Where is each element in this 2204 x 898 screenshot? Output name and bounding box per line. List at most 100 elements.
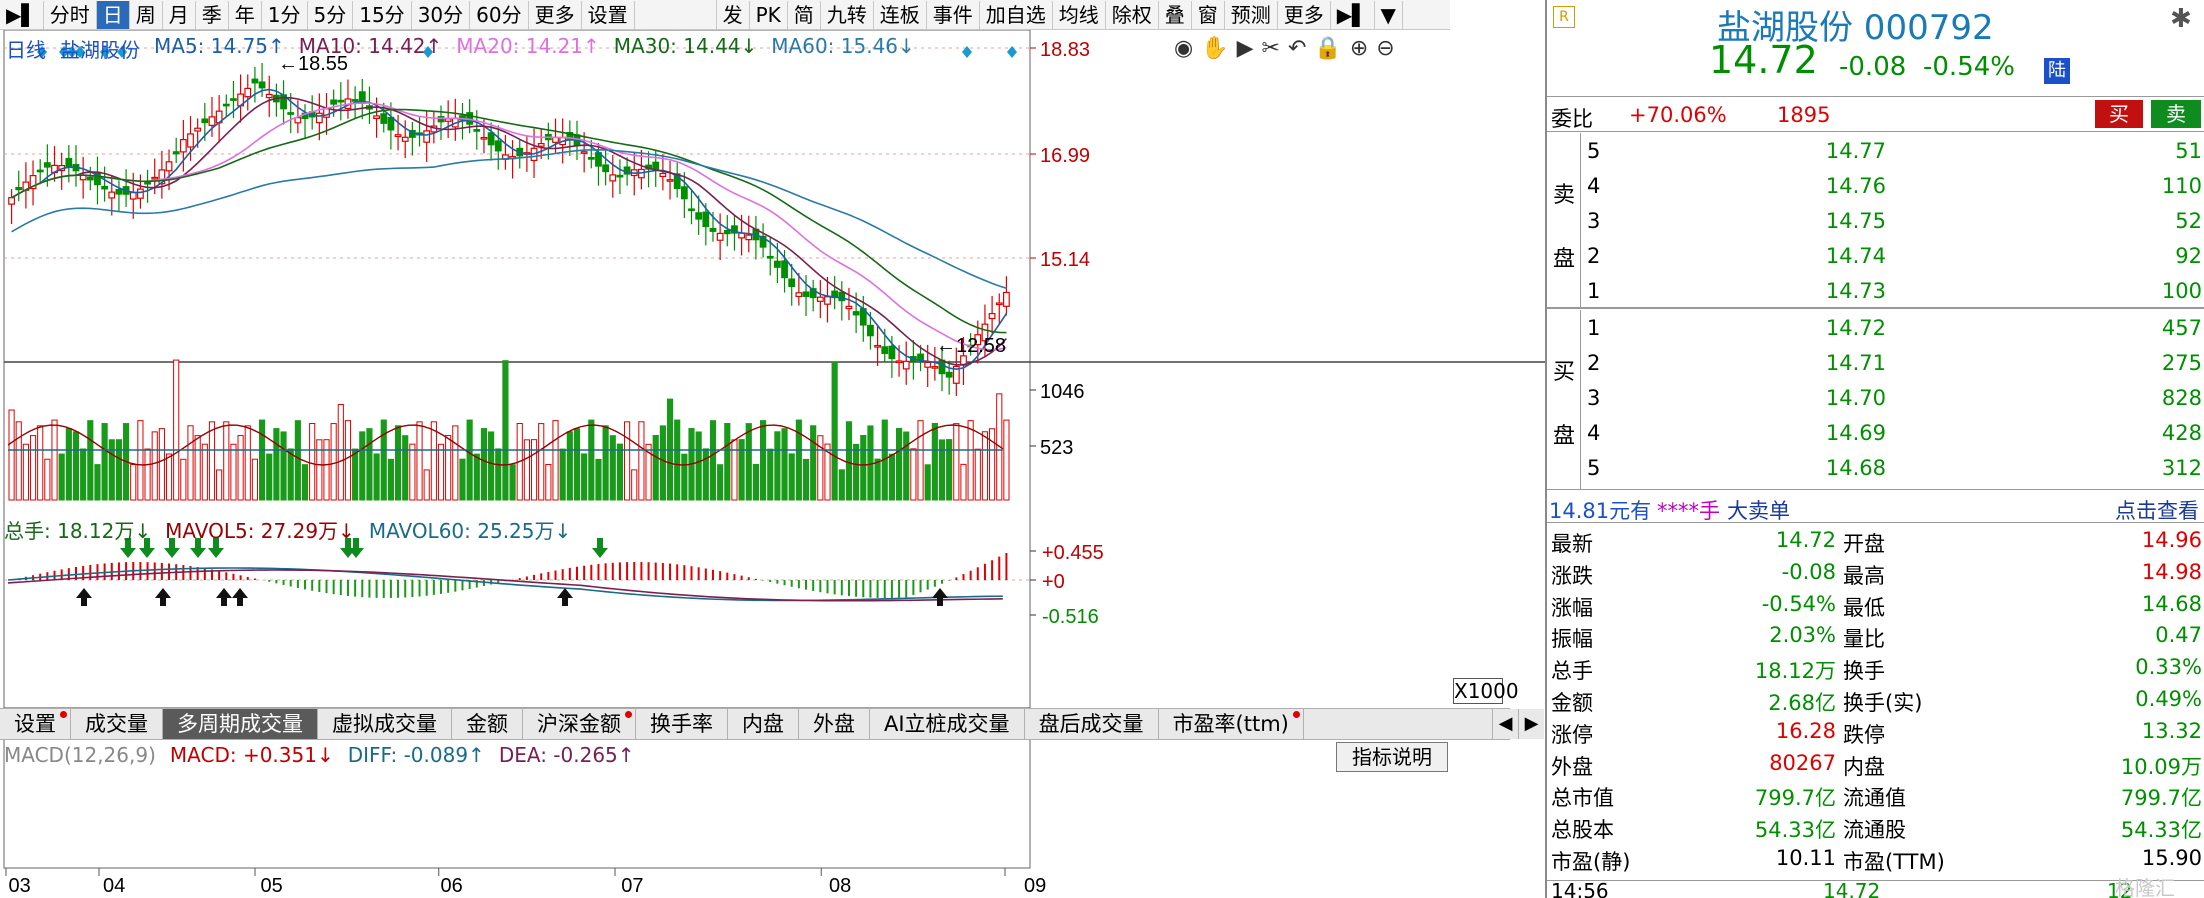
volume-bar bbox=[323, 439, 330, 501]
indicator-tab-10[interactable]: 盘后成交量 bbox=[1025, 709, 1159, 739]
function-button-8[interactable]: 除权 bbox=[1106, 0, 1159, 29]
volume-bar bbox=[860, 434, 867, 501]
macd-tick-label: +0.455 bbox=[1042, 542, 1104, 564]
period-button-0[interactable]: 分时 bbox=[44, 0, 97, 29]
asks-row[interactable]: 1 14.73 100 bbox=[1581, 277, 2204, 309]
period-button-5[interactable]: 年 bbox=[229, 0, 262, 29]
indicator-tab-8[interactable]: 外盘 bbox=[799, 709, 870, 739]
tabs-scroll-left-icon[interactable]: ◀ bbox=[1492, 709, 1518, 739]
period-button-8[interactable]: 15分 bbox=[353, 0, 412, 29]
period-button-12[interactable]: 设置 bbox=[582, 0, 635, 29]
asks-row[interactable]: 2 14.74 92 bbox=[1581, 242, 2204, 274]
stat-label: 涨幅 bbox=[1551, 595, 1593, 620]
bids-row[interactable]: 2 14.71 275 bbox=[1581, 349, 2204, 381]
candle-body bbox=[845, 305, 853, 310]
hand-icon[interactable]: ✋ bbox=[1201, 36, 1228, 61]
function-button-3[interactable]: 九转 bbox=[821, 0, 874, 29]
zoom-out-icon[interactable]: ⊖ bbox=[1376, 36, 1394, 61]
period-button-7[interactable]: 5分 bbox=[308, 0, 354, 29]
toolbar-next-icon[interactable]: ▶▌ bbox=[1331, 0, 1375, 29]
function-button-7[interactable]: 均线 bbox=[1053, 0, 1106, 29]
function-button-11[interactable]: 预测 bbox=[1225, 0, 1278, 29]
indicator-tab-4[interactable]: 金额 bbox=[452, 709, 523, 739]
kline-chart-area[interactable]: 18.83 16.99 15.14 1046 523 +0.455 +0 -0.516 03 04… bbox=[0, 30, 1545, 898]
volume-bar bbox=[624, 421, 631, 501]
asks-level: 5 bbox=[1587, 139, 1601, 163]
period-button-9[interactable]: 30分 bbox=[412, 0, 471, 29]
candle-body bbox=[1003, 291, 1010, 307]
toolbar-dropdown-icon[interactable]: ▼ bbox=[1375, 0, 1403, 29]
big-order-link[interactable]: 点击查看 bbox=[2115, 495, 2199, 525]
indicator-tab-1[interactable]: 成交量 bbox=[71, 709, 163, 739]
stat-row: 总股本 54.33亿 流通股 54.33亿 bbox=[1547, 812, 2204, 843]
period-label: 日线 bbox=[6, 38, 46, 62]
indicator-tab-label: 金额 bbox=[466, 712, 508, 736]
volume-bar bbox=[552, 420, 559, 501]
lock-icon[interactable]: 🔒 bbox=[1314, 36, 1341, 61]
asks-price: 14.74 bbox=[1825, 244, 1886, 268]
stat-value-2: 799.7亿 bbox=[2120, 786, 2202, 811]
eye-icon[interactable]: ◉ bbox=[1174, 36, 1193, 61]
candle-body bbox=[745, 234, 753, 241]
asks-row[interactable]: 4 14.76 110 bbox=[1581, 172, 2204, 204]
period-button-11[interactable]: 更多 bbox=[529, 0, 582, 29]
settings-gear-icon[interactable]: ✱ bbox=[2170, 4, 2192, 34]
function-button-0[interactable]: 发 bbox=[717, 0, 750, 29]
webi-diff: 1895 bbox=[1777, 103, 1831, 127]
function-button-4[interactable]: 连板 bbox=[874, 0, 927, 29]
indicator-tab-0[interactable]: 设置 bbox=[0, 709, 71, 739]
indicator-tab-6[interactable]: 换手率 bbox=[636, 709, 728, 739]
indicator-tab-9[interactable]: AI立桩成交量 bbox=[870, 709, 1025, 739]
undo-icon[interactable]: ↶ bbox=[1288, 36, 1306, 61]
stat-value-2: 0.49% bbox=[2135, 687, 2202, 711]
volume-bar bbox=[273, 428, 280, 501]
function-button-2[interactable]: 简 bbox=[788, 0, 821, 29]
function-button-5[interactable]: 事件 bbox=[927, 0, 980, 29]
function-button-6[interactable]: 加自选 bbox=[980, 0, 1053, 29]
tabs-scroll-right-icon[interactable]: ▶ bbox=[1518, 709, 1544, 739]
period-button-6[interactable]: 1分 bbox=[262, 0, 308, 29]
stat-label-2: 换手(实) bbox=[1843, 691, 1923, 715]
volume-bar bbox=[509, 464, 516, 501]
candle-body bbox=[716, 232, 724, 241]
function-button-9[interactable]: 叠 bbox=[1159, 0, 1192, 29]
indicator-tab-11[interactable]: 市盈率(ttm) bbox=[1159, 709, 1304, 739]
period-button-4[interactable]: 季 bbox=[196, 0, 229, 29]
function-button-10[interactable]: 窗 bbox=[1192, 0, 1225, 29]
function-button-12[interactable]: 更多 bbox=[1278, 0, 1331, 29]
candle-body bbox=[444, 118, 452, 122]
bids-row[interactable]: 1 14.72 457 bbox=[1581, 314, 2204, 346]
bids-row[interactable]: 4 14.69 428 bbox=[1581, 419, 2204, 451]
indicator-tab-2[interactable]: 多周期成交量 bbox=[163, 709, 318, 739]
scissors-icon[interactable]: ✂ bbox=[1262, 36, 1280, 61]
bids-row[interactable]: 5 14.68 312 bbox=[1581, 454, 2204, 486]
play-icon[interactable]: ▶ bbox=[1237, 36, 1254, 61]
volume-bar bbox=[445, 435, 452, 501]
indicator-tab-3[interactable]: 虚拟成交量 bbox=[318, 709, 452, 739]
macd-legend: MACD(12,26,9) MACD: +0.351↓ DIFF: -0.089↑ D… bbox=[4, 743, 635, 767]
volume-bar bbox=[760, 420, 767, 501]
bids-row[interactable]: 3 14.70 828 bbox=[1581, 384, 2204, 416]
toolbar-menu-icon[interactable]: ▶▌ bbox=[0, 0, 44, 29]
indicator-tab-label: 虚拟成交量 bbox=[332, 712, 437, 736]
volume-bar bbox=[394, 425, 402, 501]
indicator-tab-5[interactable]: 沪深金额 bbox=[523, 709, 636, 739]
indicator-tab-7[interactable]: 内盘 bbox=[728, 709, 799, 739]
asks-row[interactable]: 3 14.75 52 bbox=[1581, 207, 2204, 239]
buy-button[interactable]: 买 bbox=[2095, 100, 2143, 128]
sell-button[interactable]: 卖 bbox=[2151, 100, 2201, 128]
period-button-10[interactable]: 60分 bbox=[470, 0, 529, 29]
volume-legend: 总手: 18.12万↓ MAVOL5: 27.29万↓ MAVOL60: 25.25… bbox=[4, 515, 571, 544]
volume-bar bbox=[22, 443, 29, 501]
function-button-1[interactable]: PK bbox=[750, 0, 788, 29]
period-button-2[interactable]: 周 bbox=[130, 0, 163, 29]
zoom-in-icon[interactable]: ⊕ bbox=[1350, 36, 1368, 61]
asks-row[interactable]: 5 14.77 51 bbox=[1581, 137, 2204, 169]
period-button-1[interactable]: 日 bbox=[96, 0, 130, 29]
big-order-price: 14.81元有 bbox=[1549, 499, 1652, 523]
chart-icon-toolbar: ◉ ✋ ▶ ✂ ↶ 🔒 ⊕ ⊖ bbox=[1174, 36, 1395, 61]
volume-bar bbox=[94, 464, 101, 501]
period-button-3[interactable]: 月 bbox=[163, 0, 196, 29]
indicator-help-button[interactable]: 指标说明 bbox=[1336, 742, 1448, 772]
stat-row: 金额 2.68亿 换手(实) 0.49% bbox=[1547, 685, 2204, 716]
